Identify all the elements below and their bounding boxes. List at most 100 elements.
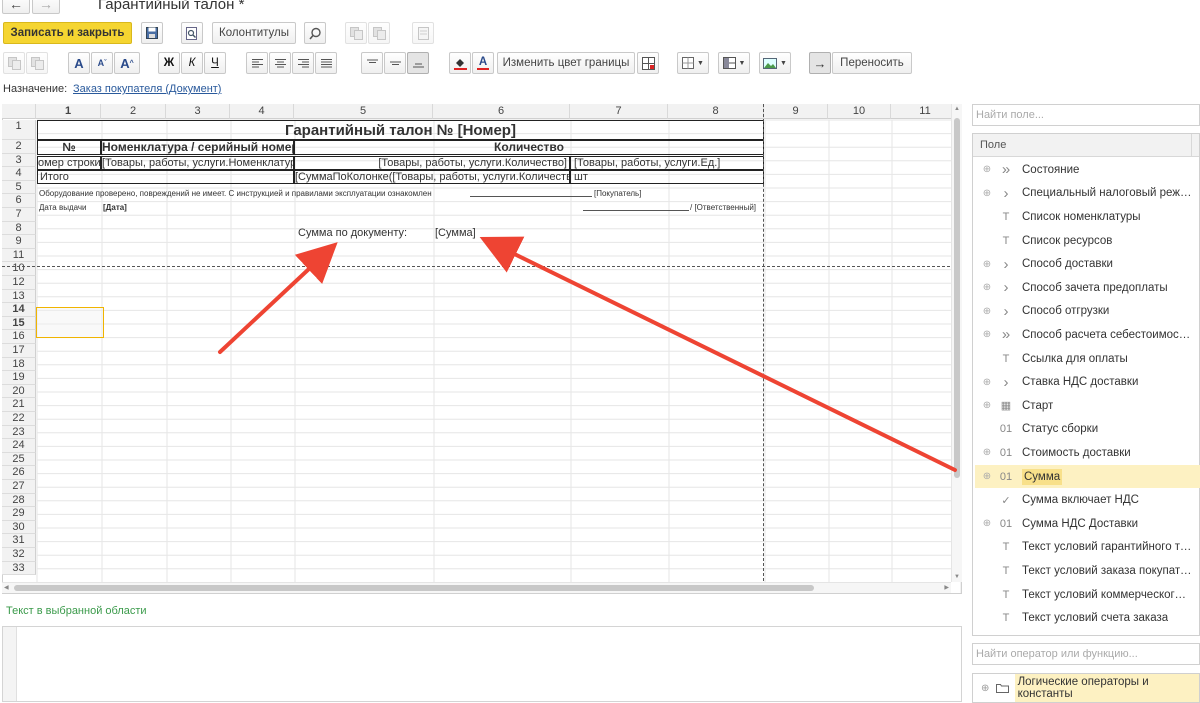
- field-item[interactable]: T Список номенклатуры: [975, 205, 1200, 229]
- expand-plus-icon[interactable]: ⊕: [981, 164, 993, 175]
- cell-buyer[interactable]: [Покупатель]: [594, 187, 641, 200]
- cell-total-unit[interactable]: шт: [570, 170, 764, 184]
- forward-button[interactable]: →: [32, 0, 60, 14]
- column-header-5[interactable]: 5: [294, 104, 433, 119]
- headers-footers-button[interactable]: Колонтитулы: [212, 22, 296, 44]
- valign-bottom-button[interactable]: [407, 52, 429, 74]
- row-header-23[interactable]: 23: [2, 425, 36, 440]
- column-header-4[interactable]: 4: [230, 104, 294, 119]
- header-number[interactable]: №: [37, 140, 101, 155]
- horizontal-scrollbar[interactable]: ◀ ▶: [2, 582, 951, 593]
- column-header-7[interactable]: 7: [570, 104, 668, 119]
- row-header-1[interactable]: 1: [2, 120, 36, 140]
- scroll-right-arrow-icon[interactable]: ▶: [944, 583, 949, 593]
- row-header-18[interactable]: 18: [2, 357, 36, 372]
- row-header-11[interactable]: 11: [2, 248, 36, 263]
- cell-inspection-text[interactable]: Оборудование проверено, повреждений не и…: [39, 187, 432, 200]
- cell-borders-dropdown[interactable]: ▼: [677, 52, 709, 74]
- selected-cell[interactable]: [36, 307, 104, 338]
- fields-column-header[interactable]: Поле: [973, 134, 1199, 157]
- expand-plus-icon[interactable]: ⊕: [981, 259, 993, 270]
- wrap-button[interactable]: Переносить: [832, 52, 912, 74]
- italic-button[interactable]: К: [181, 52, 203, 74]
- column-header-2[interactable]: 2: [101, 104, 166, 119]
- align-right-button[interactable]: [292, 52, 314, 74]
- column-header-1[interactable]: 1: [36, 104, 101, 119]
- row-header-7[interactable]: 7: [2, 208, 36, 222]
- font-decrease-button[interactable]: Aˇ: [91, 52, 113, 74]
- fill-color-button[interactable]: [449, 52, 471, 74]
- cell-document-sum[interactable]: [Сумма]: [435, 227, 476, 240]
- field-item[interactable]: ⊕ › Специальный налоговый режим: [975, 182, 1200, 206]
- find-button[interactable]: [304, 22, 326, 44]
- field-item[interactable]: T Список ресурсов: [975, 229, 1200, 253]
- cell-responsible[interactable]: / [Ответственный]: [690, 201, 756, 214]
- underline-button[interactable]: Ч: [204, 52, 226, 74]
- purpose-link[interactable]: Заказ покупателя (Документ): [73, 83, 221, 95]
- cell-document-sum-label[interactable]: Сумма по документу:: [298, 227, 407, 240]
- column-header-11[interactable]: 11: [891, 104, 960, 119]
- preview-button[interactable]: [181, 22, 203, 44]
- row-header-30[interactable]: 30: [2, 520, 36, 535]
- operators-list[interactable]: ⊕ Логические операторы и константы: [972, 673, 1200, 703]
- merge-dropdown[interactable]: ▼: [718, 52, 750, 74]
- row-header-10[interactable]: 10: [2, 262, 36, 276]
- corner-cell[interactable]: [2, 104, 36, 119]
- row-header-28[interactable]: 28: [2, 493, 36, 508]
- back-button[interactable]: ←: [2, 0, 30, 14]
- operator-item[interactable]: ⊕ Логические операторы и константы: [973, 674, 1199, 702]
- cell-total-label[interactable]: Итого: [37, 170, 294, 184]
- row-header-5[interactable]: 5: [2, 180, 36, 195]
- row-header-31[interactable]: 31: [2, 534, 36, 548]
- row-header-27[interactable]: 27: [2, 480, 36, 494]
- field-item[interactable]: ⊕ › Ставка НДС доставки: [975, 370, 1200, 394]
- cell-date-label[interactable]: Дата выдачи: [39, 201, 87, 214]
- scroll-down-arrow-icon[interactable]: ▼: [952, 572, 962, 582]
- paste-button[interactable]: [26, 52, 48, 74]
- row-header-3[interactable]: 3: [2, 153, 36, 168]
- row-header-2[interactable]: 2: [2, 140, 36, 154]
- field-item[interactable]: T Текст условий гарантийного талона: [975, 536, 1200, 560]
- vertical-scroll-thumb[interactable]: [954, 118, 960, 478]
- copy-format-button[interactable]: [345, 22, 367, 44]
- column-header-8[interactable]: 8: [668, 104, 764, 119]
- field-item[interactable]: ⊕ › Способ зачета предоплаты: [975, 276, 1200, 300]
- expand-plus-icon[interactable]: ⊕: [981, 518, 993, 529]
- row-header-8[interactable]: 8: [2, 221, 36, 236]
- field-item[interactable]: 01 Статус сборки: [975, 418, 1200, 442]
- row-header-26[interactable]: 26: [2, 466, 36, 480]
- field-item[interactable]: ⊕ » Состояние: [975, 158, 1200, 182]
- field-item[interactable]: ⊕ ▦ Старт: [975, 394, 1200, 418]
- row-header-22[interactable]: 22: [2, 412, 36, 426]
- row-header-33[interactable]: 33: [2, 561, 36, 576]
- row-header-21[interactable]: 21: [2, 398, 36, 412]
- cell-date[interactable]: [Дата]: [103, 201, 127, 214]
- valign-middle-button[interactable]: [384, 52, 406, 74]
- expand-plus-icon[interactable]: ⊕: [981, 306, 993, 317]
- column-header-6[interactable]: 6: [433, 104, 570, 119]
- field-item[interactable]: ✓ Сумма включает НДС: [975, 488, 1200, 512]
- field-item[interactable]: ⊕ » Способ расчета себестоимости ...: [975, 323, 1200, 347]
- expand-plus-icon[interactable]: ⊕: [981, 377, 993, 388]
- field-item[interactable]: T Ссылка для оплаты: [975, 347, 1200, 371]
- header-quantity[interactable]: Количество: [294, 140, 764, 155]
- operators-search-input[interactable]: Найти оператор или функцию...: [972, 643, 1200, 665]
- borders-button[interactable]: [637, 52, 659, 74]
- cell-quantity[interactable]: [Товары, работы, услуги.Количество]: [294, 156, 570, 170]
- scroll-up-arrow-icon[interactable]: ▲: [952, 104, 962, 114]
- expand-plus-icon[interactable]: ⊕: [981, 471, 993, 482]
- save-close-button[interactable]: Записать и закрыть: [3, 22, 132, 44]
- field-item[interactable]: ⊕ 01 Стоимость доставки: [975, 441, 1200, 465]
- row-header-32[interactable]: 32: [2, 548, 36, 562]
- font-increase-button[interactable]: A ^: [114, 52, 140, 74]
- row-header-20[interactable]: 20: [2, 384, 36, 399]
- field-item[interactable]: ⊕ › Способ отгрузки: [975, 300, 1200, 324]
- column-header-10[interactable]: 10: [828, 104, 891, 119]
- vertical-scrollbar[interactable]: ▲ ▼: [951, 104, 962, 582]
- cell-line-number[interactable]: омер строки]: [37, 156, 101, 170]
- cell-title[interactable]: Гарантийный талон № [Номер]: [37, 120, 764, 140]
- align-center-button[interactable]: [269, 52, 291, 74]
- properties-button[interactable]: [412, 22, 434, 44]
- row-header-24[interactable]: 24: [2, 439, 36, 453]
- field-item[interactable]: T Текст условий заказа покупателя: [975, 559, 1200, 583]
